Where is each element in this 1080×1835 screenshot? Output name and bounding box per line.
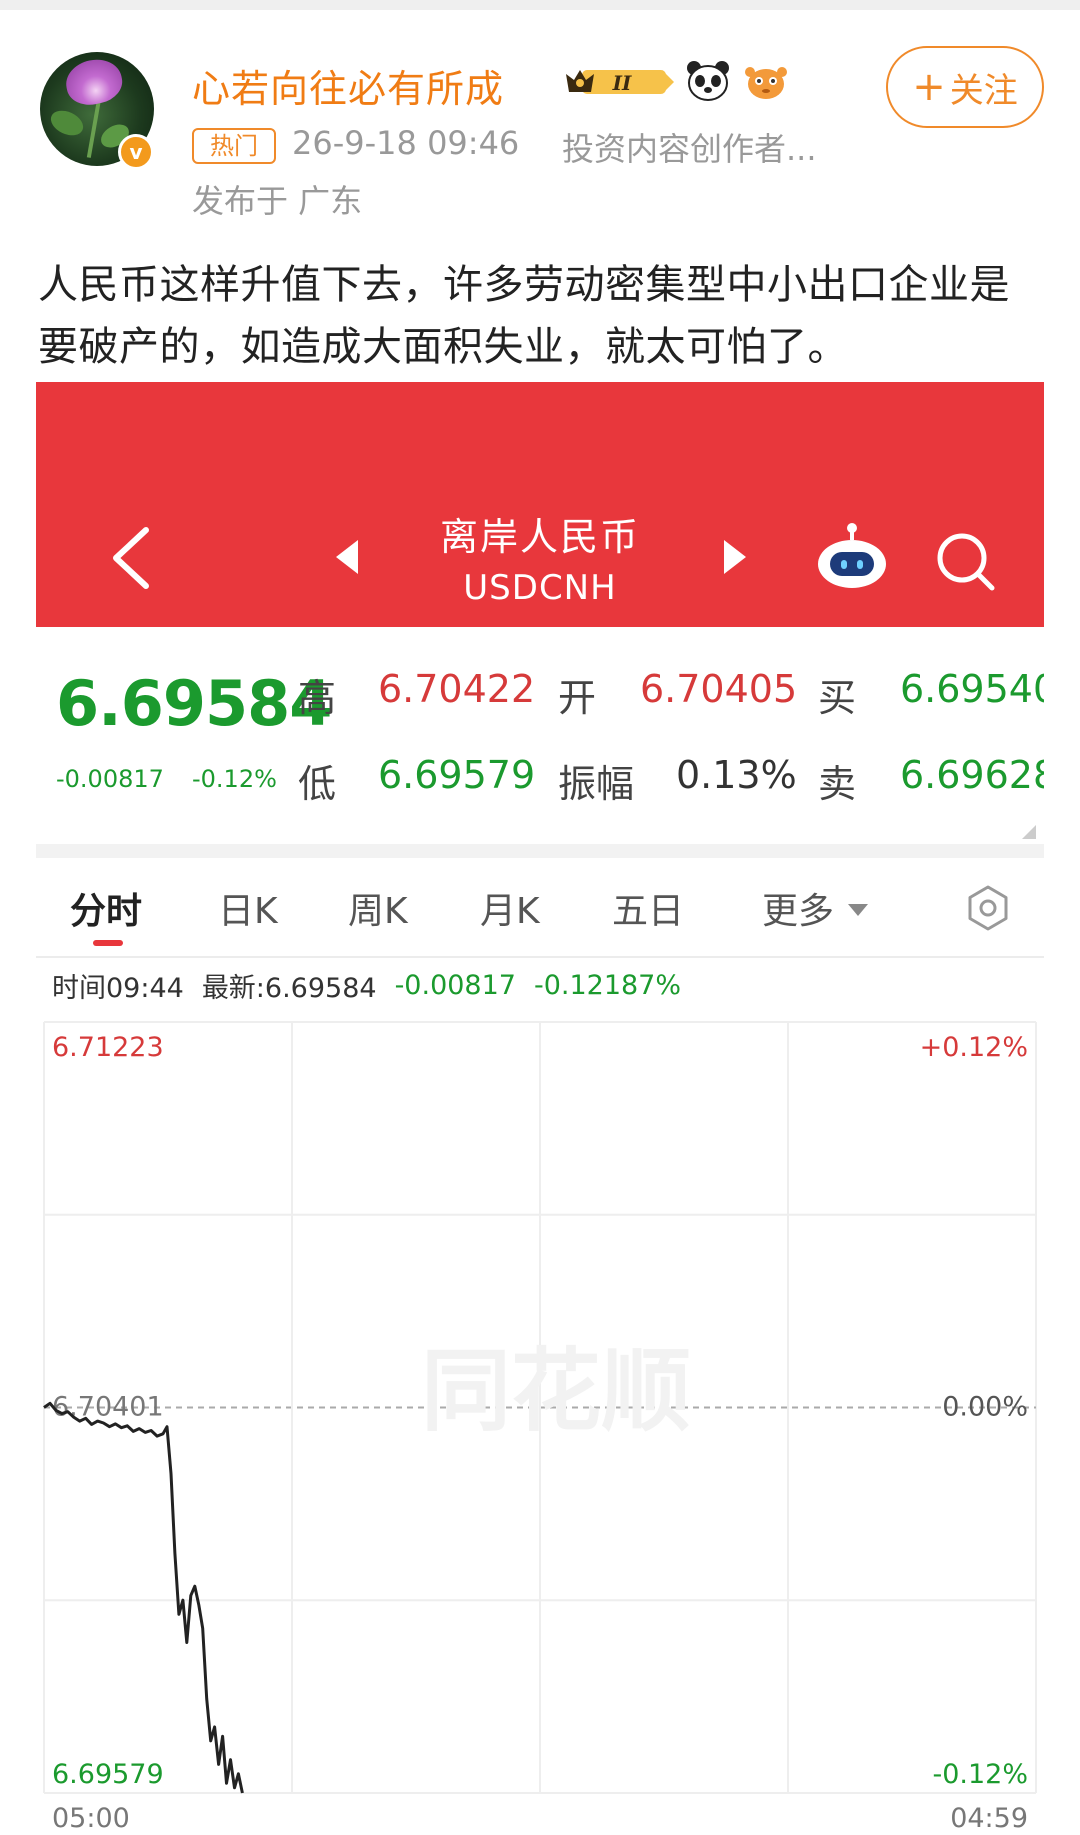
- search-icon[interactable]: [934, 530, 998, 594]
- post-location: 发布于 广东: [192, 182, 363, 220]
- active-tab-indicator: [93, 940, 123, 946]
- tab-five-day[interactable]: 五日: [612, 882, 684, 934]
- info-change: -0.00817: [394, 969, 516, 1001]
- last-price: 6.69584: [56, 667, 332, 740]
- app-header: 离岸人民币 USDCNH: [36, 382, 1044, 627]
- expand-corner-icon[interactable]: [1022, 825, 1036, 839]
- chart-tabs: 分时 日K 周K 月K 五日 更多: [36, 858, 1044, 956]
- buy-label: 买: [818, 676, 857, 720]
- amplitude-label: 振幅: [558, 762, 635, 806]
- tabs-divider: [36, 956, 1044, 958]
- symbol-title: 离岸人民币: [439, 515, 640, 559]
- post-time: 26-9-18 09:46: [292, 124, 520, 162]
- y-axis-bottom-label: 6.69579: [52, 1759, 164, 1790]
- intraday-chart[interactable]: 同花顺 6.71223 6.70401 6.69579 +0.12% 0.00%…: [36, 1002, 1044, 1835]
- follow-label: 关注: [949, 70, 1018, 111]
- badge-level: II: [612, 71, 632, 95]
- open-label: 开: [558, 676, 597, 720]
- avatar-flower-stem: [86, 98, 102, 158]
- tab-weekly-k[interactable]: 周K: [348, 882, 408, 934]
- tab-more[interactable]: 更多: [762, 882, 834, 934]
- robot-assistant-icon[interactable]: [814, 522, 890, 592]
- buy-value: 6.69540: [900, 667, 1044, 711]
- high-value: 6.70422: [378, 667, 536, 711]
- x-axis-end-label: 04:59: [950, 1803, 1028, 1834]
- author-role: 投资内容创作者...: [562, 130, 817, 168]
- chevron-down-icon: [848, 904, 868, 916]
- hot-tag: 热门: [192, 128, 276, 164]
- high-label: 高: [298, 676, 337, 720]
- info-change-percent: -0.12187%: [533, 969, 682, 1001]
- amplitude-value: 0.13%: [676, 753, 797, 797]
- embedded-screenshot[interactable]: 离岸人民币 USDCNH 6.69584 -0.00817 -0.12% 高 6…: [36, 382, 1044, 1835]
- open-value: 6.70405: [640, 667, 798, 711]
- sell-label: 卖: [818, 762, 857, 806]
- pct-axis-top-label: +0.12%: [920, 1032, 1028, 1063]
- quote-panel: 6.69584 -0.00817 -0.12% 高 6.70422 开 6.70…: [36, 627, 1044, 847]
- member-crown-badge-icon: II: [566, 70, 674, 95]
- avatar-leaf: [46, 105, 88, 141]
- plus-icon: +: [912, 64, 946, 110]
- symbol-code: USDCNH: [463, 568, 617, 608]
- info-latest: 最新:6.69584: [201, 972, 377, 1004]
- x-axis-start-label: 05:00: [52, 1803, 130, 1834]
- sell-value: 6.69628: [900, 753, 1044, 797]
- panda-icon: [687, 61, 729, 101]
- price-series-line: [43, 1401, 244, 1794]
- avatar-flower: [62, 54, 126, 110]
- tab-intraday[interactable]: 分时: [70, 882, 142, 934]
- pct-axis-bottom-label: -0.12%: [932, 1759, 1028, 1790]
- verified-badge-icon: v: [118, 134, 154, 170]
- next-symbol-icon[interactable]: [724, 540, 746, 574]
- watermark: 同花顺: [421, 1339, 691, 1444]
- pufferfish-icon: [745, 67, 787, 99]
- low-value: 6.69579: [378, 753, 536, 797]
- settings-icon[interactable]: [964, 884, 1012, 932]
- pct-axis-mid-label: 0.00%: [942, 1392, 1028, 1423]
- price-change-percent: -0.12%: [192, 765, 277, 793]
- follow-button[interactable]: + 关注: [886, 46, 1044, 128]
- low-label: 低: [298, 762, 337, 806]
- username[interactable]: 心若向往必有所成: [192, 58, 504, 113]
- price-change: -0.00817: [56, 765, 164, 793]
- panel-divider: [36, 844, 1044, 858]
- top-strip: [0, 0, 1080, 10]
- y-axis-top-label: 6.71223: [52, 1032, 164, 1063]
- y-axis-mid-label: 6.70401: [52, 1392, 164, 1423]
- info-time: 时间09:44: [52, 972, 184, 1004]
- post-text: 人民币这样升值下去，许多劳动密集型中小出口企业是要破产的，如造成大面积失业，就太…: [38, 262, 1010, 370]
- tab-daily-k[interactable]: 日K: [218, 882, 278, 934]
- tab-monthly-k[interactable]: 月K: [480, 882, 540, 934]
